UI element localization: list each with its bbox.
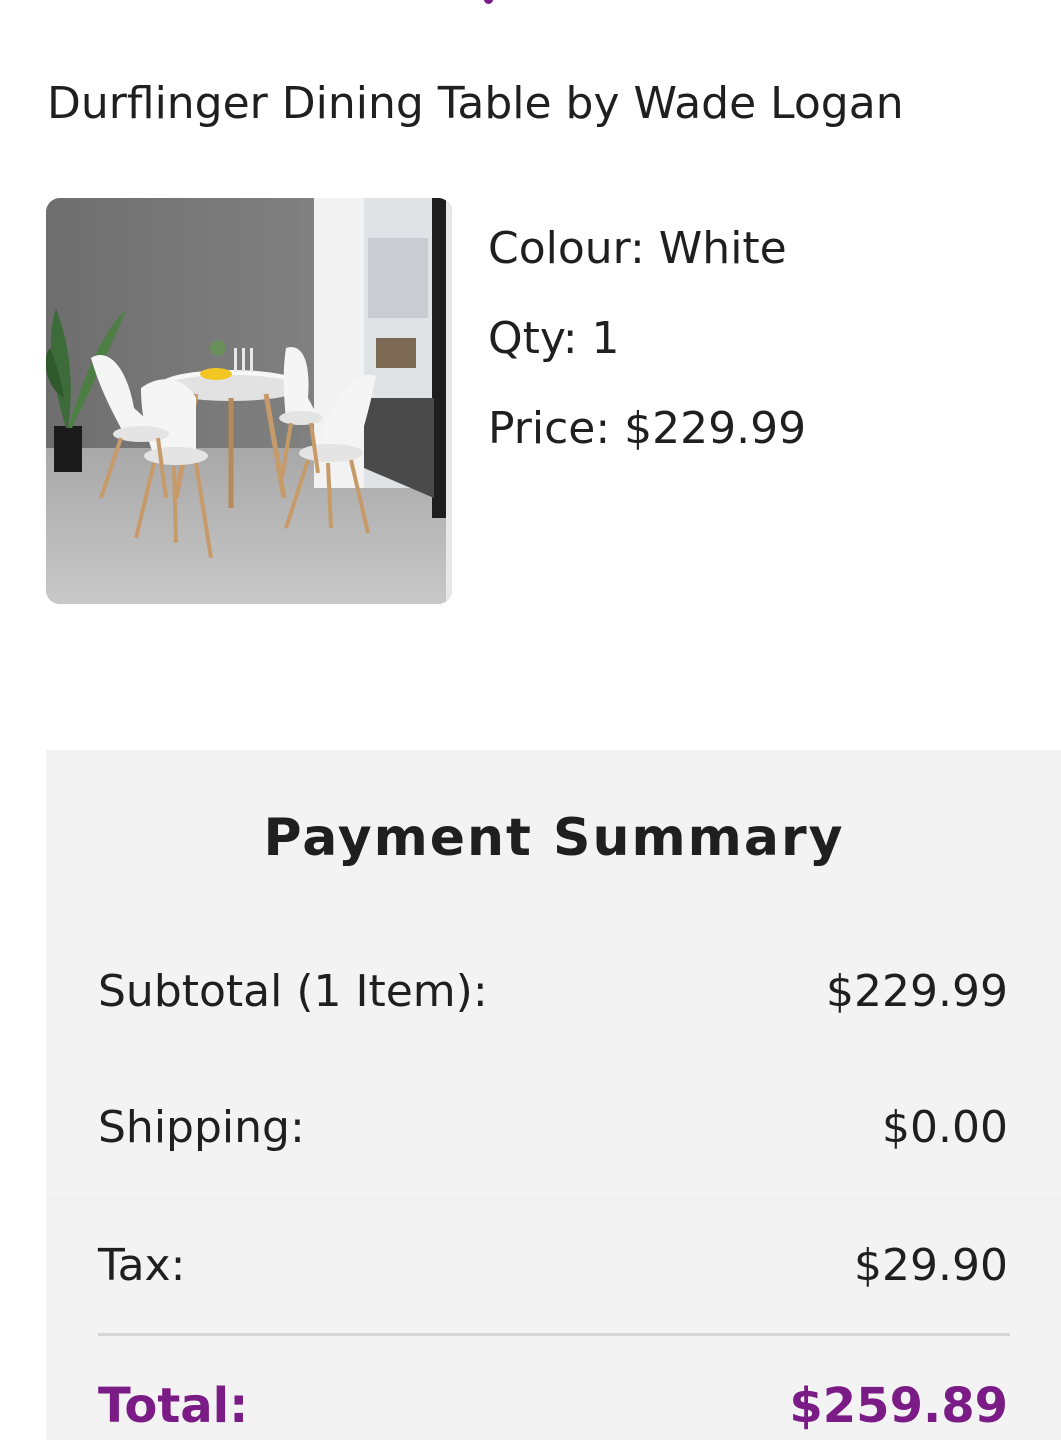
product-image[interactable] [46,198,452,604]
total-label: Total: [98,1378,249,1434]
shipping-value: $0.00 [882,1102,1008,1153]
tax-row: Tax: $29.90 [98,1240,1008,1300]
dining-set-illustration [46,198,452,604]
product-item: Colour: White Qty: 1 Price: $229.99 [46,198,1026,604]
product-colour: Colour: White [488,223,787,274]
tax-value: $29.90 [854,1240,1008,1291]
product-details: Colour: White Qty: 1 Price: $229.99 [488,210,806,480]
total-row: Total: $259.89 [98,1378,1008,1438]
product-price: Price: $229.99 [488,403,807,454]
shipping-label: Shipping: [98,1102,305,1153]
shipping-row: Shipping: $0.00 [98,1102,1008,1162]
product-quantity: Qty: 1 [488,313,620,364]
subtotal-label: Subtotal (1 Item): [98,966,488,1017]
tax-label: Tax: [98,1240,186,1291]
total-divider [98,1333,1010,1336]
subtotal-value: $229.99 [826,966,1008,1017]
product-title: Durflinger Dining Table by Wade Logan [47,78,904,129]
subtotal-row: Subtotal (1 Item): $229.99 [98,966,1008,1026]
order-details-page: Durflinger Dining Table by Wade Logan Co… [0,0,1061,1440]
total-value: $259.89 [789,1378,1008,1434]
payment-summary-title: Payment Summary [263,808,845,868]
row-separator [46,1198,1061,1199]
scroll-accent-mark [484,0,493,4]
